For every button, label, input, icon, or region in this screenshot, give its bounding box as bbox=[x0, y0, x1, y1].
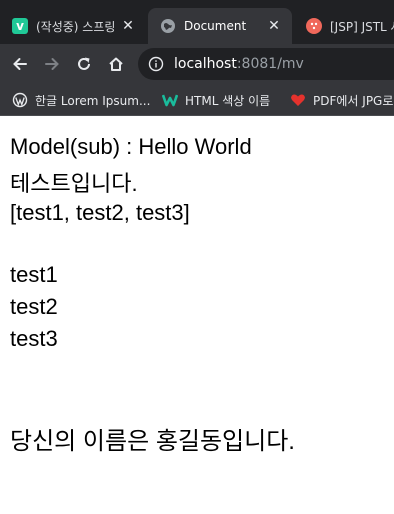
bookmark-label: 한글 Lorem Ipsum... bbox=[35, 93, 151, 108]
wordpress-icon bbox=[12, 92, 28, 108]
tistory-icon bbox=[306, 18, 322, 34]
back-button[interactable] bbox=[8, 52, 32, 76]
reload-icon bbox=[78, 57, 90, 70]
globe-icon bbox=[160, 18, 176, 34]
list-text: [test1, test2, test3] bbox=[10, 200, 190, 225]
tab-title: (작성중) 스프링 bbox=[36, 19, 114, 34]
name-text: 당신의 이름은 홍길동입니다. bbox=[10, 428, 295, 455]
bookmark-lorem-ipsum[interactable]: 한글 Lorem Ipsum... bbox=[12, 91, 150, 109]
test-text: 테스트입니다. bbox=[10, 171, 138, 196]
bookmark-label: HTML 색상 이름 bbox=[185, 93, 271, 108]
list-item: test3 bbox=[10, 326, 58, 351]
heart-icon bbox=[291, 94, 305, 106]
bookmark-label: PDF에서 JPG로 bbox=[313, 93, 394, 108]
close-icon[interactable]: ✕ bbox=[266, 18, 282, 34]
home-icon bbox=[109, 57, 123, 71]
info-icon[interactable] bbox=[148, 56, 164, 72]
forward-button[interactable] bbox=[40, 52, 64, 76]
list-item: test1 bbox=[10, 262, 58, 287]
tab-velog[interactable]: v (작성중) 스프링 ✕ bbox=[0, 8, 146, 44]
url-host: localhost bbox=[174, 56, 237, 72]
model-text: Model(sub) : Hello World bbox=[10, 134, 252, 159]
velog-icon: v bbox=[12, 18, 28, 34]
tab-title: [JSP] JSTL 사용 bbox=[330, 19, 394, 34]
reload-button[interactable] bbox=[72, 52, 96, 76]
url-path: :8081/mv bbox=[236, 56, 304, 72]
bookmark-html-colors[interactable]: HTML 색상 이름 bbox=[162, 91, 270, 109]
arrow-left-icon bbox=[13, 58, 27, 70]
home-button[interactable] bbox=[104, 52, 128, 76]
tab-jstl[interactable]: [JSP] JSTL 사용 bbox=[294, 8, 394, 44]
address-bar[interactable]: localhost:8081/mv bbox=[138, 48, 394, 80]
tab-title: Document bbox=[184, 19, 247, 33]
w-logo-icon bbox=[162, 94, 178, 107]
browser-toolbar: localhost:8081/mv bbox=[0, 44, 394, 84]
arrow-right-icon bbox=[45, 58, 59, 70]
bookmarks-bar: 한글 Lorem Ipsum... HTML 색상 이름 PDF에서 JPG로 bbox=[0, 84, 394, 116]
tab-document[interactable]: Document ✕ bbox=[148, 8, 292, 44]
tab-strip: v (작성중) 스프링 ✕ Document ✕ [JSP] JSTL 사용 bbox=[0, 0, 394, 44]
list-item: test2 bbox=[10, 294, 58, 319]
close-icon[interactable]: ✕ bbox=[120, 18, 136, 34]
bookmark-pdf-jpg[interactable]: PDF에서 JPG로 bbox=[290, 91, 393, 109]
